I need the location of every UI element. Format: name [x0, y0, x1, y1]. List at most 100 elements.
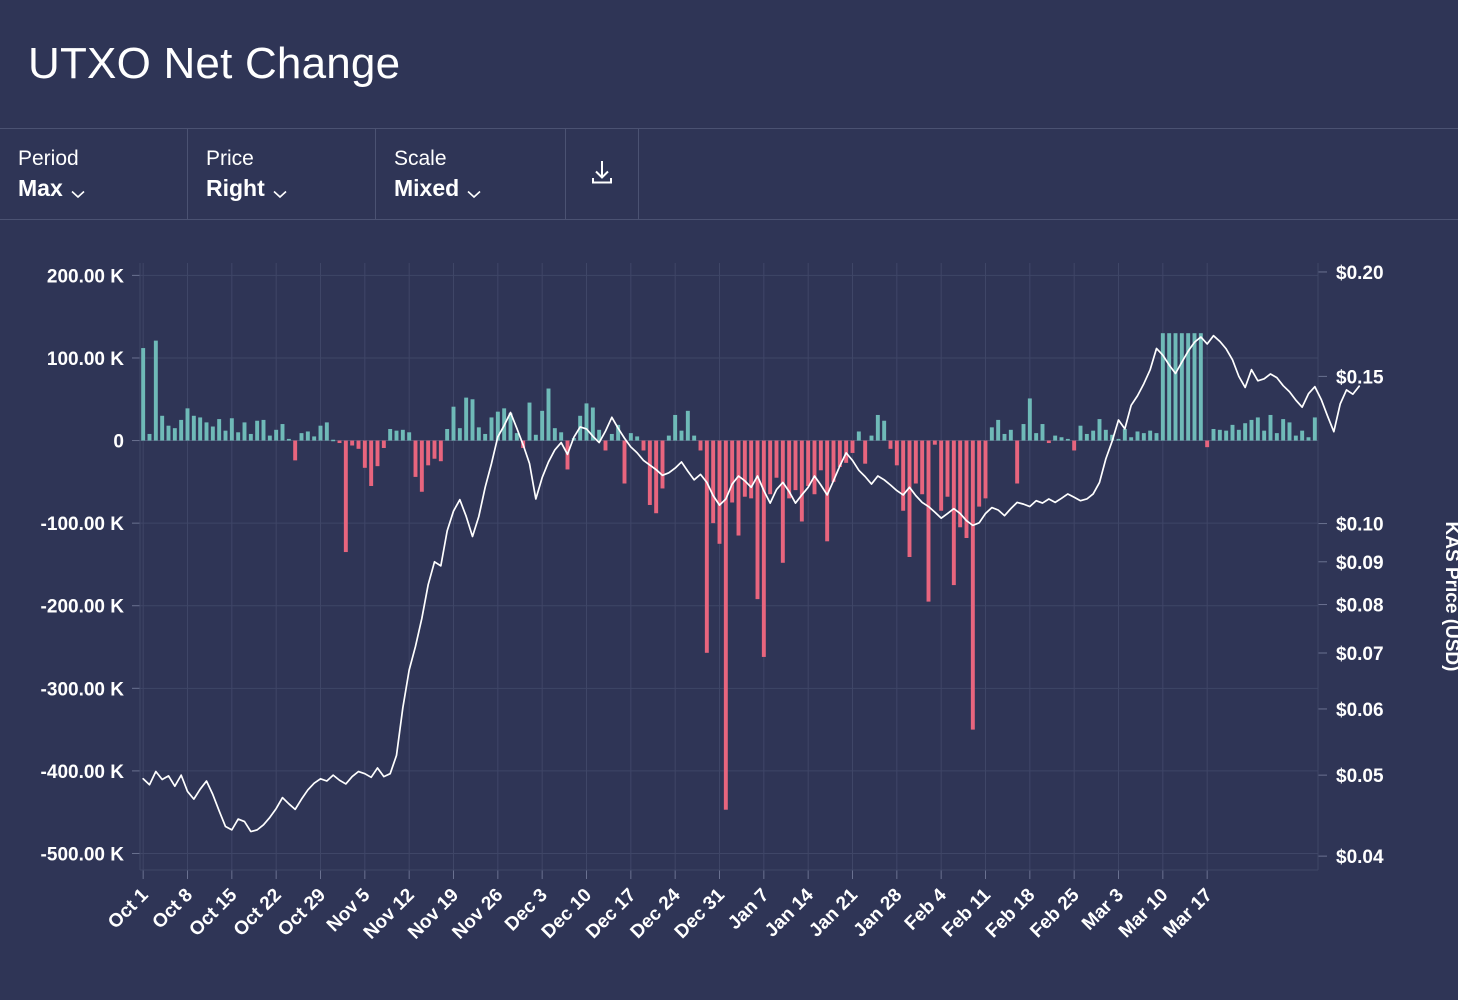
- bar: [343, 440, 348, 553]
- bar: [242, 422, 247, 441]
- bar: [337, 440, 342, 444]
- bar: [229, 418, 234, 441]
- bar: [413, 440, 418, 477]
- bar: [913, 440, 918, 484]
- y-axis-right-tick-label: $0.08: [1336, 596, 1384, 617]
- y-axis-left-tick-label: 100.00 K: [47, 349, 124, 370]
- bar: [806, 440, 811, 486]
- bar: [863, 440, 868, 464]
- bar: [147, 433, 152, 441]
- price-control[interactable]: Price Right: [188, 129, 376, 219]
- bar: [989, 427, 994, 441]
- bar: [901, 440, 906, 511]
- y-axis-left-tick-label: -300.00 K: [41, 679, 125, 700]
- bar: [951, 440, 956, 586]
- bar: [546, 388, 551, 441]
- chart-area: 200.00 K 100.00 K 0 -100.00 K -200.00 K -300.…: [0, 220, 1458, 1000]
- bar: [451, 406, 456, 441]
- scale-label: Scale: [394, 146, 447, 170]
- bar: [533, 434, 538, 441]
- bar: [685, 410, 690, 441]
- y-axis-right-tick-label: $0.07: [1336, 644, 1384, 665]
- bar: [210, 426, 215, 441]
- price-value: Right: [206, 174, 265, 201]
- scale-control[interactable]: Scale Mixed: [376, 129, 566, 219]
- bar: [248, 433, 253, 441]
- bar: [1179, 333, 1184, 441]
- period-control[interactable]: Period Max: [0, 129, 188, 219]
- bar: [711, 440, 716, 524]
- x-axis-tick-label: Jan 28: [850, 885, 907, 942]
- bar: [1129, 437, 1134, 441]
- bar: [1046, 440, 1051, 444]
- bar: [964, 440, 969, 539]
- bar: [324, 422, 329, 441]
- bar: [255, 420, 260, 441]
- bar: [293, 440, 298, 461]
- bar: [780, 440, 785, 563]
- y-axis-right-tick-label: $0.20: [1336, 263, 1384, 284]
- bar: [1021, 424, 1026, 441]
- y-axis-right-tick-label: $0.06: [1336, 700, 1384, 721]
- bar: [894, 440, 899, 466]
- bar: [1268, 414, 1273, 441]
- bar: [1262, 430, 1267, 441]
- bar: [1306, 437, 1311, 441]
- bar: [432, 440, 437, 459]
- bar: [812, 440, 817, 495]
- bar: [628, 433, 633, 441]
- bar: [375, 440, 380, 467]
- bar: [736, 440, 741, 536]
- bar: [166, 425, 171, 441]
- scale-value: Mixed: [394, 174, 460, 201]
- x-axis-tick-label: Nov 26: [448, 885, 507, 944]
- bar: [1040, 424, 1045, 441]
- x-axis-tick-label: Feb 18: [982, 885, 1039, 942]
- bar: [939, 440, 944, 511]
- bar: [267, 435, 272, 441]
- bar: [217, 419, 222, 441]
- bar: [1122, 428, 1127, 441]
- bar: [717, 440, 722, 544]
- bar: [540, 410, 545, 441]
- bar: [1281, 419, 1286, 441]
- bar: [1312, 417, 1317, 441]
- bar: [419, 440, 424, 492]
- download-button[interactable]: [566, 129, 639, 219]
- bar: [603, 440, 608, 451]
- bar: [660, 440, 665, 489]
- y-axis-right-tick-label: $0.04: [1336, 847, 1384, 868]
- x-axis-tick-label: Oct 15: [185, 884, 241, 940]
- x-axis-tick-label: Oct 1: [104, 884, 153, 933]
- bar: [1065, 438, 1070, 441]
- utxo-net-change-chart: 200.00 K 100.00 K 0 -100.00 K -200.00 K -300.…: [41, 263, 1458, 944]
- bar: [1255, 417, 1260, 441]
- bar: [1135, 431, 1140, 441]
- bar: [584, 403, 589, 441]
- bar: [622, 440, 627, 484]
- bar: [381, 440, 386, 448]
- download-icon: [586, 156, 618, 193]
- bar-series: [141, 333, 1317, 810]
- y-axis-left-tick-label: 200.00 K: [47, 266, 124, 287]
- bar: [312, 436, 317, 441]
- bar: [977, 440, 982, 507]
- bar: [774, 440, 779, 478]
- bar: [236, 432, 241, 441]
- bar: [1167, 333, 1172, 441]
- bar: [350, 440, 355, 446]
- bar: [1198, 333, 1203, 441]
- bar: [1249, 419, 1254, 441]
- bar: [261, 419, 266, 441]
- bar: [1084, 433, 1089, 441]
- bar: [1008, 429, 1013, 441]
- bar: [869, 435, 874, 441]
- y-axis-left-tick-label: -100.00 K: [41, 514, 125, 535]
- bar: [799, 440, 804, 522]
- bar: [970, 440, 975, 730]
- bar: [907, 440, 912, 558]
- bar: [666, 435, 671, 441]
- chart-toolbar: Period Max Price Right Scale Mixed: [0, 128, 1458, 220]
- y-axis-right-tick-label: $0.15: [1336, 367, 1384, 388]
- bar: [388, 428, 393, 441]
